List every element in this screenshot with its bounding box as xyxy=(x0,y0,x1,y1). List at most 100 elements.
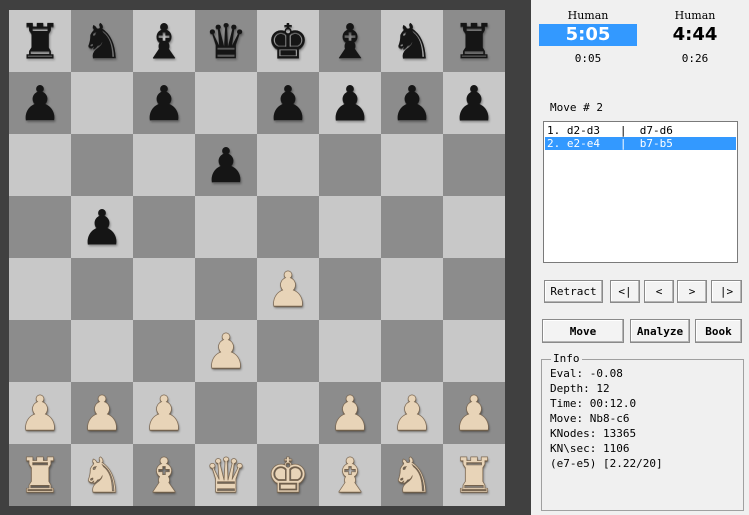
black-knight-icon[interactable]: ♞ xyxy=(80,14,123,72)
move-row-2[interactable]: 2. e2-e4 | b7-b5 xyxy=(545,137,736,150)
white-rook-icon[interactable]: ♜ xyxy=(452,448,496,506)
square-h7[interactable]: ♟ xyxy=(443,72,505,134)
white-pawn-icon[interactable]: ♟ xyxy=(266,262,310,320)
square-f1[interactable]: ♝ xyxy=(319,444,381,506)
analyze-button[interactable]: Analyze xyxy=(630,319,690,343)
square-d6[interactable]: ♟ xyxy=(195,134,257,196)
black-pawn-icon[interactable]: ♟ xyxy=(18,76,61,134)
square-b7[interactable] xyxy=(71,72,133,134)
square-c6[interactable] xyxy=(133,134,195,196)
square-e4[interactable]: ♟ xyxy=(257,258,319,320)
square-h3[interactable] xyxy=(443,320,505,382)
white-knight-icon[interactable]: ♞ xyxy=(390,448,434,506)
square-g3[interactable] xyxy=(381,320,443,382)
square-a4[interactable] xyxy=(9,258,71,320)
square-g7[interactable]: ♟ xyxy=(381,72,443,134)
square-e3[interactable] xyxy=(257,320,319,382)
white-queen-icon[interactable]: ♛ xyxy=(204,448,248,506)
square-d7[interactable] xyxy=(195,72,257,134)
square-f2[interactable]: ♟ xyxy=(319,382,381,444)
first-move-button[interactable]: <| xyxy=(610,280,640,303)
square-h2[interactable]: ♟ xyxy=(443,382,505,444)
white-knight-icon[interactable]: ♞ xyxy=(80,448,124,506)
square-a2[interactable]: ♟ xyxy=(9,382,71,444)
square-c3[interactable] xyxy=(133,320,195,382)
square-d5[interactable] xyxy=(195,196,257,258)
chess-board[interactable]: ♜ ♞ ♝ ♛ ♚ ♝ ♞ ♜ ♟ ♟ ♟ ♟ ♟ ♟ ♟ ♟ ♟ ♟ ♟ ♟ ♟ ♟ ♟ ♟ ♜ ♞ ♝ ♛ ♚ ♝ ♞ ♜ xyxy=(9,10,505,506)
square-a6[interactable] xyxy=(9,134,71,196)
square-f4[interactable] xyxy=(319,258,381,320)
square-e1[interactable]: ♚ xyxy=(257,444,319,506)
white-rook-icon[interactable]: ♜ xyxy=(18,448,62,506)
square-a8[interactable]: ♜ xyxy=(9,10,71,72)
black-pawn-icon[interactable]: ♟ xyxy=(266,76,309,134)
black-pawn-icon[interactable]: ♟ xyxy=(142,76,185,134)
square-f6[interactable] xyxy=(319,134,381,196)
black-bishop-icon[interactable]: ♝ xyxy=(142,14,185,72)
white-bishop-icon[interactable]: ♝ xyxy=(328,448,372,506)
black-pawn-icon[interactable]: ♟ xyxy=(80,200,123,258)
square-h5[interactable] xyxy=(443,196,505,258)
white-pawn-icon[interactable]: ♟ xyxy=(18,386,62,444)
white-pawn-icon[interactable]: ♟ xyxy=(390,386,434,444)
square-b3[interactable] xyxy=(71,320,133,382)
square-b6[interactable] xyxy=(71,134,133,196)
square-f3[interactable] xyxy=(319,320,381,382)
square-e8[interactable]: ♚ xyxy=(257,10,319,72)
square-g8[interactable]: ♞ xyxy=(381,10,443,72)
square-d4[interactable] xyxy=(195,258,257,320)
square-g2[interactable]: ♟ xyxy=(381,382,443,444)
black-rook-icon[interactable]: ♜ xyxy=(452,14,495,72)
square-e5[interactable] xyxy=(257,196,319,258)
square-h4[interactable] xyxy=(443,258,505,320)
square-g1[interactable]: ♞ xyxy=(381,444,443,506)
square-c5[interactable] xyxy=(133,196,195,258)
square-g6[interactable] xyxy=(381,134,443,196)
move-list[interactable]: 1. d2-d3 | d7-d6 2. e2-e4 | b7-b5 xyxy=(543,121,738,263)
next-move-button[interactable]: > xyxy=(677,280,707,303)
white-pawn-icon[interactable]: ♟ xyxy=(80,386,124,444)
move-button[interactable]: Move xyxy=(542,319,624,343)
square-d8[interactable]: ♛ xyxy=(195,10,257,72)
square-f8[interactable]: ♝ xyxy=(319,10,381,72)
black-pawn-icon[interactable]: ♟ xyxy=(328,76,371,134)
square-e2[interactable] xyxy=(257,382,319,444)
square-f5[interactable] xyxy=(319,196,381,258)
square-e7[interactable]: ♟ xyxy=(257,72,319,134)
prev-move-button[interactable]: < xyxy=(644,280,674,303)
black-rook-icon[interactable]: ♜ xyxy=(18,14,61,72)
square-d2[interactable] xyxy=(195,382,257,444)
black-king-icon[interactable]: ♚ xyxy=(266,14,309,72)
square-b1[interactable]: ♞ xyxy=(71,444,133,506)
black-knight-icon[interactable]: ♞ xyxy=(390,14,433,72)
square-a3[interactable] xyxy=(9,320,71,382)
white-pawn-icon[interactable]: ♟ xyxy=(142,386,186,444)
square-h6[interactable] xyxy=(443,134,505,196)
square-a7[interactable]: ♟ xyxy=(9,72,71,134)
square-b8[interactable]: ♞ xyxy=(71,10,133,72)
retract-button[interactable]: Retract xyxy=(544,280,603,303)
square-f7[interactable]: ♟ xyxy=(319,72,381,134)
move-row-1[interactable]: 1. d2-d3 | d7-d6 xyxy=(545,124,736,137)
square-c1[interactable]: ♝ xyxy=(133,444,195,506)
black-queen-icon[interactable]: ♛ xyxy=(204,14,247,72)
square-d1[interactable]: ♛ xyxy=(195,444,257,506)
square-b5[interactable]: ♟ xyxy=(71,196,133,258)
square-c7[interactable]: ♟ xyxy=(133,72,195,134)
square-b4[interactable] xyxy=(71,258,133,320)
black-pawn-icon[interactable]: ♟ xyxy=(204,138,247,196)
square-h8[interactable]: ♜ xyxy=(443,10,505,72)
white-pawn-icon[interactable]: ♟ xyxy=(328,386,372,444)
white-pawn-icon[interactable]: ♟ xyxy=(452,386,496,444)
square-b2[interactable]: ♟ xyxy=(71,382,133,444)
square-a1[interactable]: ♜ xyxy=(9,444,71,506)
white-bishop-icon[interactable]: ♝ xyxy=(142,448,186,506)
square-c8[interactable]: ♝ xyxy=(133,10,195,72)
square-c4[interactable] xyxy=(133,258,195,320)
square-g4[interactable] xyxy=(381,258,443,320)
white-king-icon[interactable]: ♚ xyxy=(266,448,310,506)
black-pawn-icon[interactable]: ♟ xyxy=(390,76,433,134)
book-button[interactable]: Book xyxy=(695,319,742,343)
square-g5[interactable] xyxy=(381,196,443,258)
square-d3[interactable]: ♟ xyxy=(195,320,257,382)
